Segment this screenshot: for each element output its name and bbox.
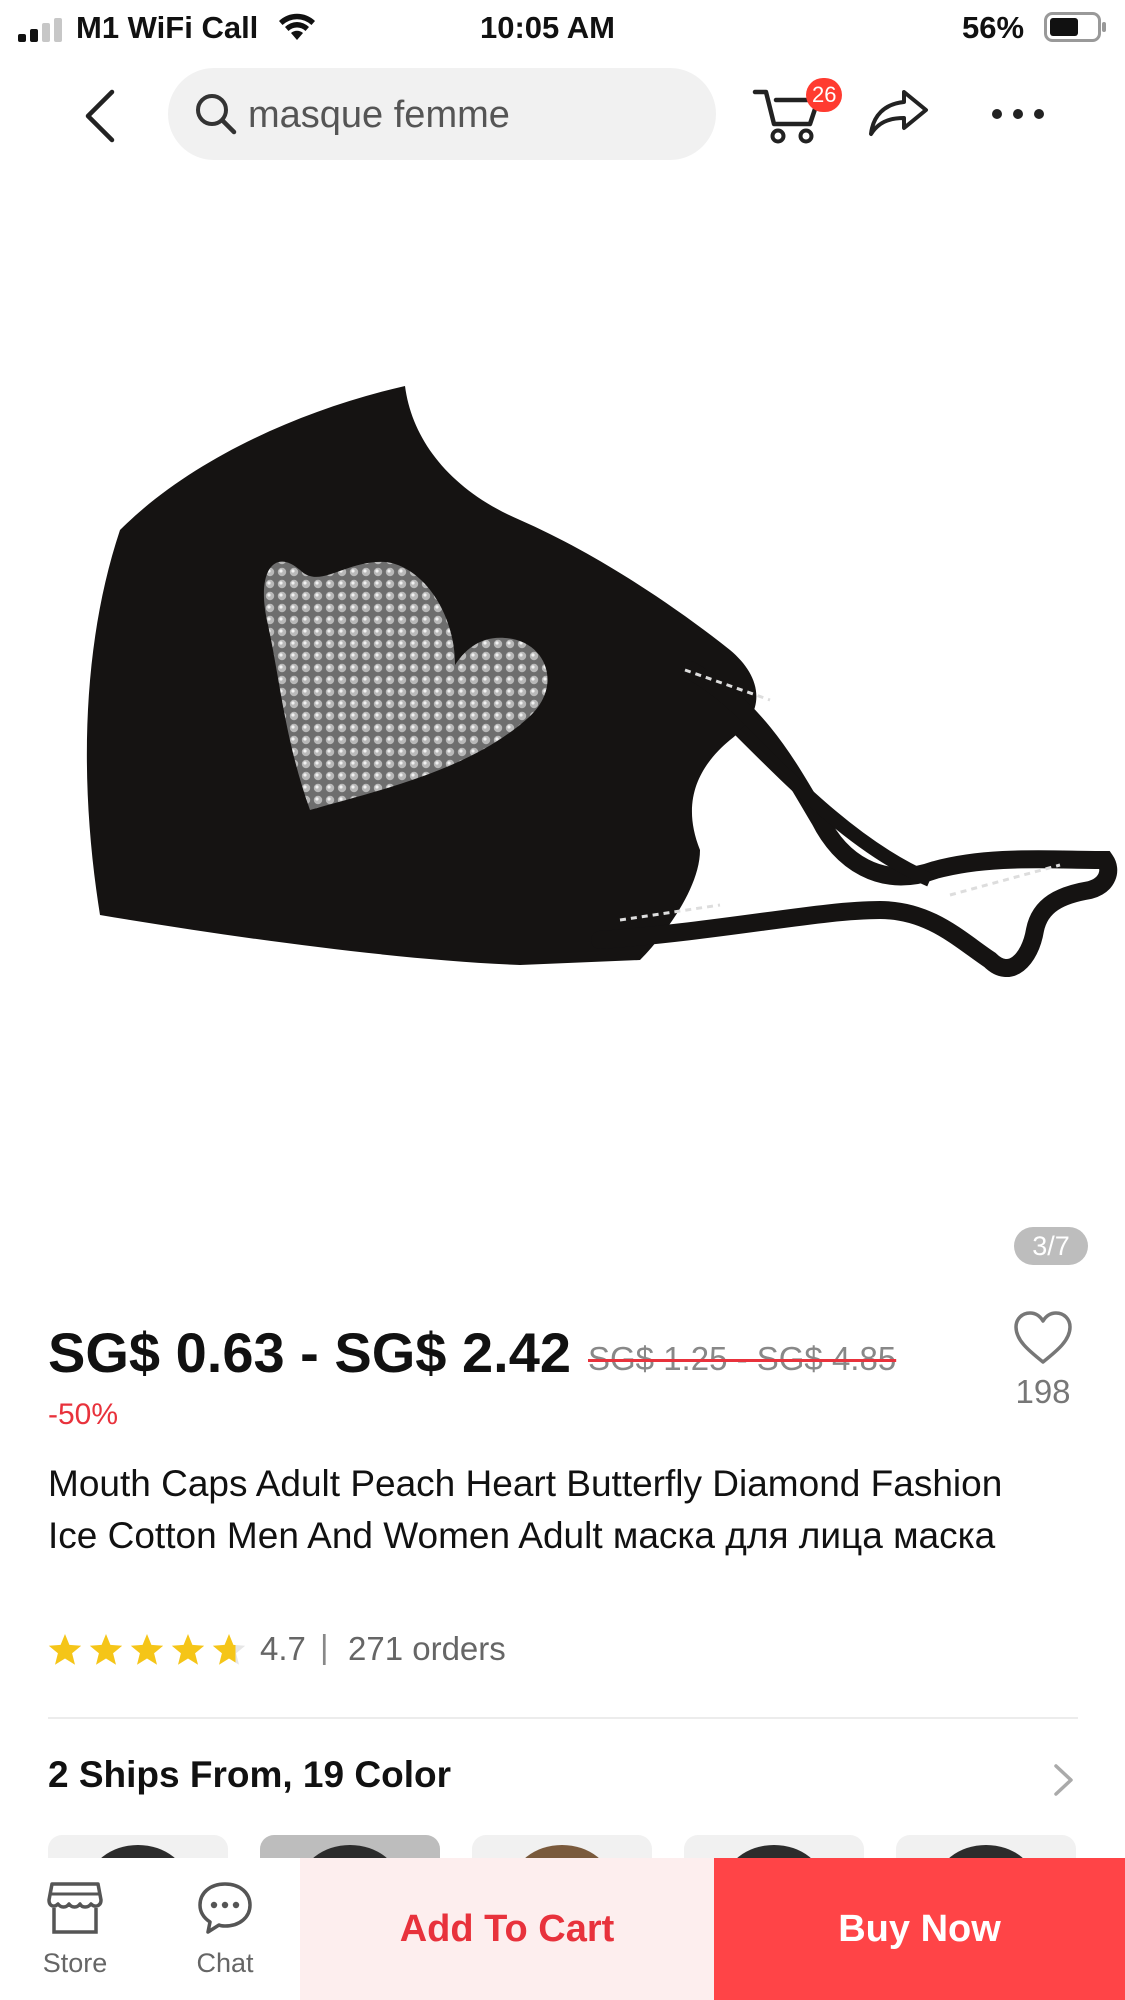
star-icon <box>212 1634 246 1665</box>
store-button[interactable]: Store <box>0 1858 150 2000</box>
clock: 10:05 AM <box>480 10 615 45</box>
search-input[interactable]: masque femme <box>168 68 716 160</box>
bottom-action-bar: Store Chat Add To Cart Buy Now <box>0 1858 1125 2000</box>
chevron-right-icon <box>1054 1764 1073 1796</box>
star-icon <box>89 1634 123 1665</box>
product-photo <box>86 386 1118 977</box>
product-title: Mouth Caps Adult Peach Heart Butterfly D… <box>48 1463 1003 1556</box>
rating-value: 4.7 <box>260 1630 306 1667</box>
product-image-gallery[interactable] <box>0 170 1125 1305</box>
nav-bar: masque femme 26 <box>0 58 1125 170</box>
chat-icon <box>198 1882 252 1934</box>
discount-badge: -50% <box>48 1398 119 1431</box>
price-range: SG$ 0.63 - SG$ 2.42 <box>48 1321 571 1384</box>
battery-icon <box>1044 12 1106 42</box>
cart-count-badge: 26 <box>806 78 843 112</box>
original-price: SG$ 1.25 - SG$ 4.85 <box>588 1340 897 1377</box>
star-icon <box>48 1634 82 1665</box>
rating-separator: | <box>320 1628 329 1665</box>
star-icon <box>171 1634 205 1665</box>
wishlist-count: 198 <box>1015 1373 1071 1410</box>
share-icon[interactable] <box>868 88 930 138</box>
carrier-name: M1 WiFi Call <box>76 10 259 45</box>
store-label: Store <box>42 1948 108 1978</box>
store-icon <box>47 1882 103 1934</box>
add-to-cart-button[interactable]: Add To Cart <box>300 1858 714 2000</box>
more-icon[interactable] <box>990 102 1046 126</box>
signal-icon <box>18 18 62 42</box>
image-counter: 3/7 <box>1014 1227 1088 1265</box>
chat-button[interactable]: Chat <box>150 1858 300 2000</box>
wifi-icon <box>279 13 315 40</box>
heart-icon[interactable] <box>1012 1310 1074 1366</box>
divider <box>48 1717 1078 1719</box>
order-count: 271 orders <box>348 1630 506 1667</box>
star-icon <box>130 1634 164 1665</box>
chat-label: Chat <box>196 1948 254 1978</box>
rating-row[interactable]: 4.7 | 271 orders <box>48 1626 948 1672</box>
variant-summary: 2 Ships From, 19 Color <box>48 1754 451 1795</box>
back-icon[interactable] <box>74 88 130 144</box>
search-query: masque femme <box>248 94 510 136</box>
star-rating <box>48 1634 246 1665</box>
buy-now-button[interactable]: Buy Now <box>714 1858 1125 2000</box>
search-icon <box>196 94 237 135</box>
variant-selector[interactable]: 2 Ships From, 19 Color <box>0 1740 1125 1816</box>
battery-percentage: 56% <box>962 10 1025 45</box>
status-bar: M1 WiFi Call 10:05 AM 56% <box>0 0 1125 58</box>
